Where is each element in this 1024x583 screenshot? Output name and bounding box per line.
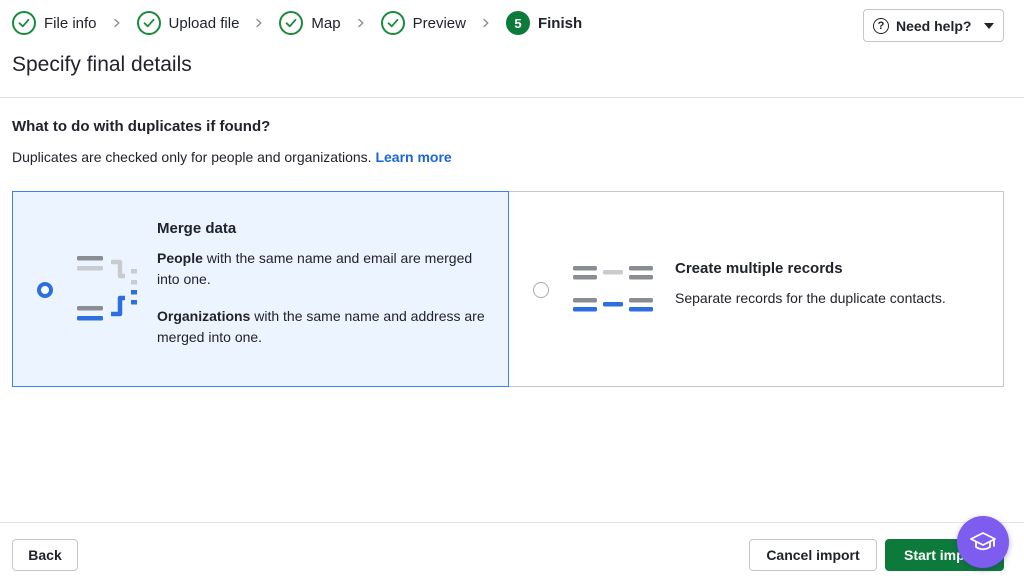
duplicates-question: What to do with duplicates if found?	[12, 118, 271, 135]
graduation-cap-icon	[970, 532, 996, 551]
header-divider	[0, 97, 1024, 98]
import-stepper: File info Upload file Map Preview 5 Fini…	[12, 10, 582, 36]
need-help-label: Need help?	[896, 17, 972, 34]
step-finish: 5 Finish	[505, 10, 583, 36]
question-circle-icon: ?	[873, 17, 889, 34]
back-button[interactable]: Back	[12, 539, 78, 571]
learn-more-link[interactable]: Learn more	[375, 149, 451, 165]
check-circle-icon	[12, 11, 36, 35]
step-number-badge: 5	[505, 11, 530, 35]
chevron-right-icon	[466, 18, 506, 28]
step-file-info[interactable]: File info	[12, 10, 97, 36]
footer-divider	[0, 522, 1024, 523]
step-label: Finish	[537, 14, 583, 32]
step-preview[interactable]: Preview	[380, 10, 466, 36]
merge-data-title: Merge data	[157, 220, 237, 237]
multiple-records-icon	[573, 266, 653, 312]
caret-down-icon	[984, 22, 994, 29]
merge-data-radio[interactable]	[37, 282, 53, 298]
merge-records-icon	[77, 256, 137, 321]
step-label: File info	[44, 14, 97, 32]
page-title: Specify final details	[12, 53, 192, 76]
chevron-right-icon	[97, 18, 137, 28]
check-circle-icon	[380, 11, 405, 35]
step-upload-file[interactable]: Upload file	[136, 10, 240, 36]
merge-people-text: People with the same name and email are …	[157, 248, 497, 290]
merge-orgs-text: Organizations with the same name and add…	[157, 306, 497, 348]
chevron-right-icon	[239, 18, 279, 28]
merge-people-strong: People	[157, 250, 203, 266]
option-create-multiple-records[interactable]: Create multiple records Separate records…	[508, 191, 1004, 387]
merge-people-rest: with the same name and email are merged …	[157, 250, 473, 287]
need-help-button[interactable]: ? Need help?	[863, 9, 1004, 42]
merge-orgs-strong: Organizations	[157, 308, 251, 324]
create-multiple-records-radio[interactable]	[533, 282, 549, 298]
step-map[interactable]: Map	[279, 10, 341, 36]
step-label: Map	[311, 14, 341, 32]
step-label: Upload file	[168, 14, 240, 32]
academy-fab-button[interactable]	[957, 516, 1009, 568]
create-multiple-records-text: Separate records for the duplicate conta…	[675, 290, 946, 306]
option-merge-data[interactable]: Merge data People with the same name and…	[12, 191, 509, 387]
duplicates-description-text: Duplicates are checked only for people a…	[12, 149, 372, 165]
duplicates-description: Duplicates are checked only for people a…	[12, 149, 452, 165]
create-multiple-records-title: Create multiple records	[675, 260, 843, 277]
check-circle-icon	[279, 11, 304, 35]
step-label: Preview	[412, 14, 466, 32]
check-circle-icon	[136, 11, 161, 35]
cancel-import-button[interactable]: Cancel import	[749, 539, 877, 571]
chevron-right-icon	[341, 18, 381, 28]
